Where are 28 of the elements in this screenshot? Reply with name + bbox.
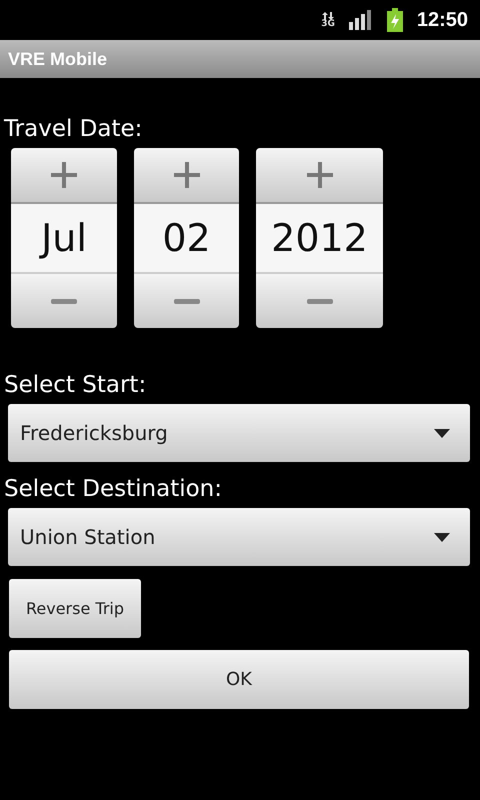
plus-icon — [306, 162, 332, 188]
clock-time: 12:50 — [416, 8, 468, 32]
battery-charging-icon — [386, 8, 403, 32]
app-title: VRE Mobile — [8, 48, 108, 70]
dropdown-arrow-icon — [434, 532, 450, 542]
ok-button[interactable]: OK — [9, 650, 469, 709]
plus-icon — [51, 162, 77, 188]
dropdown-arrow-icon — [434, 428, 450, 438]
travel-date-label: Travel Date: — [4, 116, 144, 142]
date-value[interactable]: 02 — [134, 202, 239, 274]
minus-icon — [306, 298, 332, 304]
signal-icon — [348, 10, 373, 30]
minus-icon — [51, 298, 77, 304]
destination-dropdown[interactable]: Union Station — [8, 508, 470, 566]
start-dropdown[interactable]: Fredericksburg — [8, 404, 470, 462]
decrement-button[interactable] — [11, 274, 117, 328]
increment-button[interactable] — [11, 148, 117, 202]
minus-icon — [174, 298, 200, 304]
date-value[interactable]: 2012 — [256, 202, 383, 274]
date-value[interactable]: Jul — [11, 202, 117, 274]
plus-icon — [174, 162, 200, 188]
network-indicator: 3G — [321, 12, 335, 28]
reverse-trip-button[interactable]: Reverse Trip — [9, 579, 141, 638]
decrement-button[interactable] — [134, 274, 239, 328]
destination-label: Select Destination: — [4, 476, 223, 502]
increment-button[interactable] — [256, 148, 383, 202]
start-label: Select Start: — [4, 372, 148, 398]
increment-button[interactable] — [134, 148, 239, 202]
